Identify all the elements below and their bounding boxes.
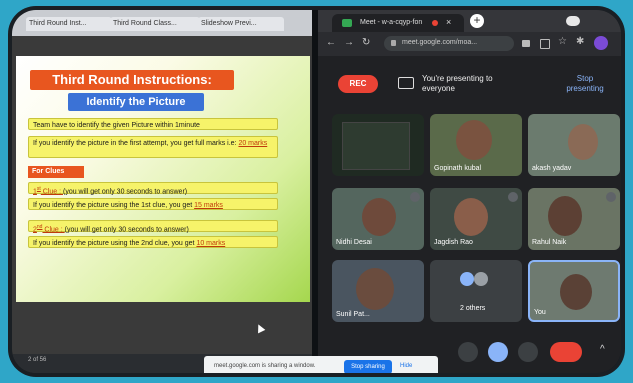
slide: Third Round Instructions: Identify the P… (16, 56, 310, 302)
slideshow-tab-strip: Third Round Inst... Third Round Class...… (12, 10, 312, 36)
participant-tile[interactable]: Jagdish Rao (430, 188, 522, 250)
participant-tile[interactable]: Nidhi Desai (332, 188, 424, 250)
minimize-icon[interactable] (566, 16, 580, 26)
self-video (560, 274, 592, 310)
monitor-bezel: Third Round Inst... Third Round Class...… (8, 6, 625, 377)
slide-title: Third Round Instructions: (30, 70, 234, 90)
sharing-notification: meet.google.com is sharing a window. Sto… (204, 356, 438, 373)
mic-muted-icon (410, 192, 420, 202)
clue2-marks-value: 10 marks (196, 240, 226, 247)
meet-window: Meet - w-a-cqyp-fon × + ← → ↻ meet.googl… (318, 10, 621, 373)
participant-name: Jagdish Rao (434, 239, 473, 246)
back-icon[interactable]: ← (326, 37, 336, 48)
clue2-label: Clue : (42, 226, 65, 234)
camera-status-icon[interactable] (522, 40, 530, 47)
new-tab-icon[interactable]: + (470, 14, 484, 28)
meet-tab[interactable]: Meet - w-a-cqyp-fon × (332, 14, 464, 32)
participant-video (548, 196, 582, 236)
more-options-icon[interactable] (518, 342, 538, 362)
bookmark-star-icon[interactable]: ☆ (558, 36, 567, 47)
clue1-rule-text: If you identify the picture using the 1s… (33, 202, 195, 209)
presentation-thumbnail (342, 122, 410, 170)
participant-video (568, 124, 598, 160)
present-screen-icon (398, 77, 414, 89)
meet-tab-label: Meet - w-a-cqyp-fon (360, 19, 423, 26)
address-text: meet.google.com/moa... (402, 39, 478, 46)
self-tile[interactable]: You (528, 260, 620, 322)
clue1-rule: If you identify the picture using the 1s… (28, 198, 278, 210)
participant-tile[interactable]: Rahul Naik (528, 188, 620, 250)
clue2-rule-text: If you identify the picture using the 2n… (33, 240, 197, 247)
others-avatar (474, 272, 488, 286)
recording-dot-icon (432, 20, 438, 26)
present-now-icon[interactable] (488, 342, 508, 362)
rule-full-marks: If you identify the picture in the first… (28, 136, 278, 158)
stop-presenting-button[interactable]: Stop presenting (558, 74, 612, 94)
participant-video (454, 198, 488, 236)
address-bar[interactable]: meet.google.com/moa... (384, 36, 514, 51)
participant-tile[interactable]: akash yadav (528, 114, 620, 176)
slide-counter: 2 of 56 (28, 357, 47, 363)
tab-third-round-class[interactable]: Third Round Class... (110, 17, 200, 31)
participant-video (356, 268, 394, 310)
rec-badge: REC (338, 75, 378, 93)
lock-icon (391, 40, 396, 46)
participant-name: Sunil Pat... (336, 311, 370, 318)
sharing-notification-text: meet.google.com is sharing a window. (214, 363, 316, 369)
slideshow-window: Third Round Inst... Third Round Class...… (12, 10, 312, 373)
participant-name: Gopinath kubal (434, 165, 482, 172)
presenting-bar: REC You're presenting to everyone Stop p… (318, 68, 621, 98)
stop-sharing-button[interactable]: Stop sharing (344, 360, 392, 373)
hide-notification-link[interactable]: Hide (400, 363, 412, 369)
leave-call-button[interactable] (550, 342, 582, 362)
meet-logo-icon (342, 19, 352, 27)
clue2-time-text: (you will get only 30 seconds to answer) (64, 226, 189, 234)
screen: Third Round Inst... Third Round Class...… (12, 10, 621, 373)
full-marks-value: 20 marks (238, 140, 268, 147)
meet-tab-strip: Meet - w-a-cqyp-fon × + (318, 10, 621, 32)
mic-muted-icon (508, 192, 518, 202)
clue1-header: 1st Clue : (you will get only 30 seconds… (28, 182, 278, 196)
rule-full-marks-text: If you identify the picture in the first… (33, 140, 239, 147)
clue2-rule: If you identify the picture using the 2n… (28, 236, 278, 248)
clue1-label: Clue : (40, 188, 63, 196)
for-clues-label: For Clues (28, 166, 84, 178)
participant-video (362, 198, 396, 236)
mouse-cursor-icon (254, 322, 266, 334)
close-tab-icon[interactable]: × (446, 17, 451, 27)
participant-name: Nidhi Desai (336, 239, 372, 246)
participant-name: akash yadav (532, 165, 572, 172)
profile-avatar[interactable] (594, 36, 608, 50)
address-row: ← → ↻ meet.google.com/moa... ☆ ✱ (318, 32, 621, 56)
others-avatar (460, 272, 474, 286)
rule-time-limit: Team have to identify the given Picture … (28, 118, 278, 130)
share-icon[interactable] (540, 39, 550, 49)
others-count: 2 others (460, 305, 486, 312)
self-name: You (534, 309, 546, 316)
participant-tile-presentation[interactable] (332, 114, 424, 176)
slide-subtitle: Identify the Picture (68, 93, 204, 111)
raise-hand-icon[interactable] (458, 342, 478, 362)
extensions-icon[interactable]: ✱ (576, 36, 584, 47)
participant-video (456, 120, 492, 160)
expand-chevron-icon[interactable]: ^ (600, 344, 605, 355)
participant-tile[interactable]: Gopinath kubal (430, 114, 522, 176)
others-tile[interactable]: 2 others (430, 260, 522, 322)
clue1-time-text: (you will get only 30 seconds to answer) (62, 188, 188, 196)
clue2-header: 2nd Clue : (you will get only 30 seconds… (28, 220, 278, 234)
reload-icon[interactable]: ↻ (362, 37, 370, 48)
forward-icon[interactable]: → (344, 37, 354, 48)
presenting-text: You're presenting to everyone (422, 74, 493, 93)
clue1-marks-value: 15 marks (194, 202, 223, 209)
participant-name: Rahul Naik (532, 239, 567, 246)
participant-tile[interactable]: Sunil Pat... (332, 260, 424, 322)
tab-third-round-inst[interactable]: Third Round Inst... (26, 17, 112, 31)
rule-time-limit-text: Team have to identify the given Picture … (33, 122, 200, 129)
tab-slideshow-preview[interactable]: Slideshow Previ... (198, 17, 284, 31)
mic-muted-icon (606, 192, 616, 202)
